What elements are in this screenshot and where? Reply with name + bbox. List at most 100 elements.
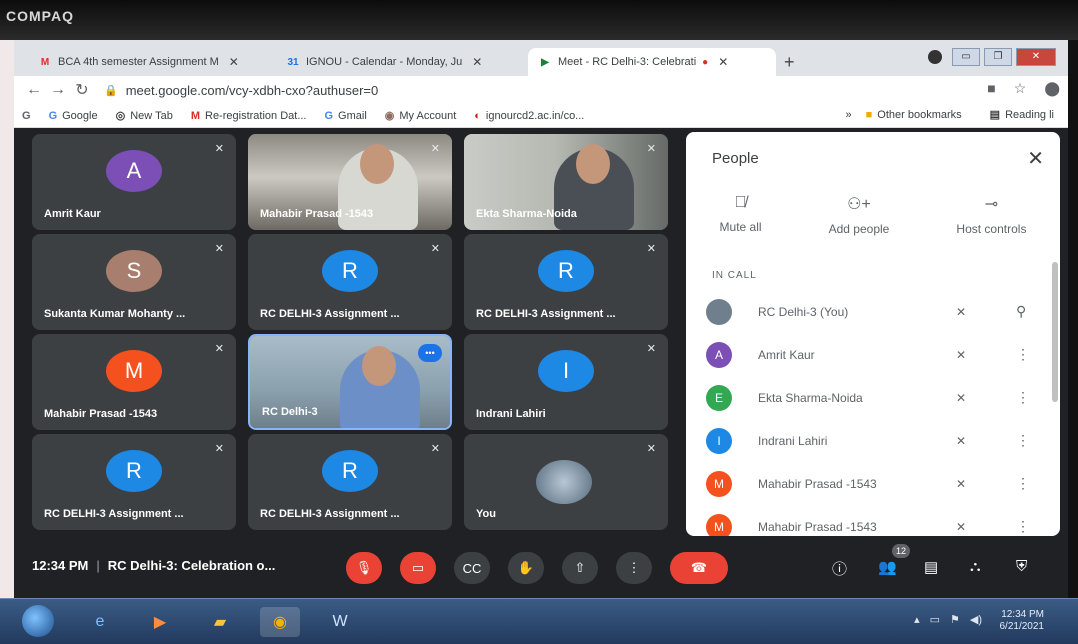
mic-off-icon[interactable]: ✕: [956, 305, 966, 319]
participant-avatar: R: [322, 450, 378, 492]
reading-list[interactable]: ▤ Reading li: [990, 108, 1054, 122]
media-player-icon[interactable]: ▶: [140, 607, 180, 637]
participant-tile[interactable]: ✕ Mahabir Prasad -1543: [248, 134, 452, 230]
participant-tile[interactable]: R ✕ RC DELHI-3 Assignment ...: [32, 434, 236, 530]
people-scrollbar[interactable]: [1052, 262, 1058, 402]
participant-list: RC Delhi-3 (You) ✕ ⚲ A Amrit Kaur ✕ ⋮ E Ekta Sha…: [686, 290, 1060, 536]
bookmark-reregistration[interactable]: M Re-registration Dat...: [191, 110, 307, 122]
bookmark-new-tab[interactable]: ◎ New Tab: [116, 109, 173, 123]
more-icon[interactable]: ⋮: [1016, 346, 1030, 363]
tab-gmail[interactable]: M BCA 4th semester Assignment M ✕: [28, 48, 268, 76]
divider: |: [96, 558, 100, 573]
tab-calendar[interactable]: 31 IGNOU - Calendar - Monday, Ju ✕: [276, 48, 522, 76]
participant-tile[interactable]: ✕ You: [464, 434, 668, 530]
activities-icon[interactable]: ⛬: [970, 558, 981, 575]
tab-label: Meet - RC Delhi-3: Celebrati: [558, 56, 697, 68]
maximize-icon[interactable]: ❐: [984, 48, 1012, 66]
file-explorer-icon[interactable]: ▰: [200, 607, 240, 637]
back-icon[interactable]: ←: [22, 81, 46, 99]
pin-icon[interactable]: ⚲: [1016, 303, 1026, 320]
participant-tile[interactable]: A ✕ Amrit Kaur: [32, 134, 236, 230]
host-controls-button[interactable]: ⊸ Host controls: [956, 194, 1026, 236]
participant-name: Indrani Lahiri: [476, 408, 546, 420]
reload-icon[interactable]: ↻: [70, 80, 94, 100]
participant-tile[interactable]: R ✕ RC DELHI-3 Assignment ...: [464, 234, 668, 330]
participant-name: RC DELHI-3 Assignment ...: [260, 308, 400, 320]
more-icon[interactable]: ⋮: [1016, 475, 1030, 492]
bookmarks-more-icon[interactable]: »: [846, 109, 852, 121]
monitor-bezel-top: COMPAQ: [0, 0, 1078, 40]
bookmark-ignou[interactable]: ◐ ignourcd2.ac.in/co...: [474, 110, 584, 122]
mic-off-icon[interactable]: ✕: [956, 391, 966, 405]
participant-avatar: M: [106, 350, 162, 392]
volume-icon[interactable]: ◀): [970, 613, 982, 626]
url-field[interactable]: 🔒 meet.google.com/vcy-xdbh-cxo?authuser=…: [104, 79, 984, 101]
captions-button[interactable]: CC: [454, 552, 490, 584]
mic-off-icon[interactable]: ✕: [956, 348, 966, 362]
participant-row[interactable]: A Amrit Kaur ✕ ⋮: [686, 333, 1060, 376]
bookmark-google[interactable]: G Google: [49, 110, 98, 122]
raise-hand-button[interactable]: ✋: [508, 552, 544, 584]
participant-tile[interactable]: R ✕ RC DELHI-3 Assignment ...: [248, 234, 452, 330]
host-safety-icon[interactable]: ⛨: [1016, 558, 1027, 575]
people-icon[interactable]: 👥: [878, 558, 897, 576]
more-icon[interactable]: ⋮: [1016, 389, 1030, 406]
star-icon[interactable]: ☆: [1014, 80, 1027, 97]
participant-tile[interactable]: M ✕ Mahabir Prasad -1543: [32, 334, 236, 430]
profile-icon[interactable]: [928, 50, 942, 64]
participant-tile[interactable]: ✕ Ekta Sharma-Noida: [464, 134, 668, 230]
more-icon[interactable]: ⋮: [1016, 432, 1030, 449]
more-options-button[interactable]: ⋮: [616, 552, 652, 584]
participant-row[interactable]: I Indrani Lahiri ✕ ⋮: [686, 419, 1060, 462]
participant-row[interactable]: M Mahabir Prasad -1543 ✕ ⋮: [686, 462, 1060, 505]
other-bookmarks[interactable]: ■ Other bookmarks: [866, 109, 962, 121]
participant-row[interactable]: RC Delhi-3 (You) ✕ ⚲: [686, 290, 1060, 333]
participant-tile[interactable]: I ✕ Indrani Lahiri: [464, 334, 668, 430]
new-tab-icon[interactable]: +: [784, 52, 795, 73]
mic-off-icon: 🎙̸: [734, 194, 747, 211]
tray-arrow-icon[interactable]: ▴: [914, 613, 920, 626]
tab-close-icon[interactable]: ✕: [472, 55, 482, 69]
bookmark-label: My Account: [399, 109, 457, 122]
bookmark-gmail[interactable]: G Gmail: [324, 110, 366, 122]
add-people-button[interactable]: ⚇+ Add people: [829, 194, 890, 236]
tab-close-icon[interactable]: ✕: [718, 55, 728, 69]
participant-avatar: R: [538, 250, 594, 292]
close-window-icon[interactable]: ✕: [1016, 48, 1056, 66]
camera-toggle-button[interactable]: ▭: [400, 552, 436, 584]
mute-all-button[interactable]: 🎙̸ Mute all: [720, 194, 762, 236]
flag-icon[interactable]: ⚑: [950, 613, 960, 626]
tab-meet[interactable]: ▶ Meet - RC Delhi-3: Celebrati ● ✕: [528, 48, 776, 76]
present-button[interactable]: ⇧: [562, 552, 598, 584]
participant-tile[interactable]: R ✕ RC DELHI-3 Assignment ...: [248, 434, 452, 530]
camera-icon[interactable]: ■: [987, 80, 995, 97]
mic-toggle-button[interactable]: 🎙: [346, 552, 382, 584]
forward-icon[interactable]: →: [46, 81, 70, 99]
more-icon[interactable]: ⋮: [1016, 518, 1030, 535]
taskbar-clock[interactable]: 12:34 PM 6/21/2021: [1000, 609, 1045, 633]
chrome-icon[interactable]: ◉: [260, 607, 300, 637]
word-icon[interactable]: W: [320, 607, 360, 637]
network-icon[interactable]: ▭: [930, 613, 940, 626]
close-icon[interactable]: ✕: [1027, 146, 1044, 171]
chat-icon[interactable]: ▤: [924, 558, 938, 576]
captions-icon: CC: [462, 560, 482, 576]
leave-call-button[interactable]: ☎: [670, 552, 728, 584]
participant-row[interactable]: M Mahabir Prasad -1543 ✕ ⋮: [686, 505, 1060, 536]
tab-close-icon[interactable]: ✕: [229, 55, 239, 69]
extension-icon[interactable]: ⬤: [1044, 80, 1060, 97]
mic-off-icon[interactable]: ✕: [956, 477, 966, 491]
apps-icon[interactable]: G: [22, 110, 31, 122]
participant-tile[interactable]: ••• RC Delhi-3: [248, 334, 452, 430]
mic-off-icon[interactable]: ✕: [956, 520, 966, 534]
internet-explorer-icon[interactable]: e: [80, 607, 120, 637]
mic-off-icon: ✕: [214, 343, 224, 355]
mic-off-icon[interactable]: ✕: [956, 434, 966, 448]
participant-avatar: R: [322, 250, 378, 292]
info-icon[interactable]: ⓘ: [832, 558, 847, 579]
participant-row[interactable]: E Ekta Sharma-Noida ✕ ⋮: [686, 376, 1060, 419]
minimize-icon[interactable]: ▭: [952, 48, 980, 66]
participant-tile[interactable]: S ✕ Sukanta Kumar Mohanty ...: [32, 234, 236, 330]
start-button[interactable]: [22, 605, 54, 637]
bookmark-my-account[interactable]: ◉ My Account: [385, 109, 457, 123]
